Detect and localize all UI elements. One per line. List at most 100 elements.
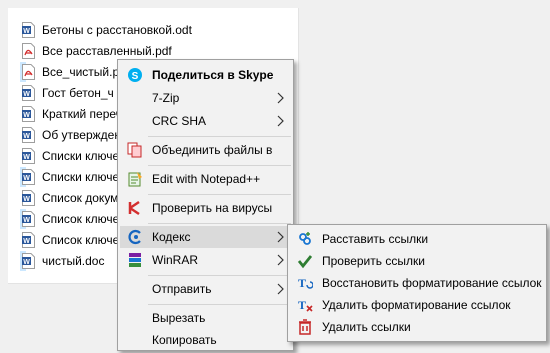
pdf-file-icon: [22, 64, 35, 80]
menu-item-merge-files[interactable]: Объединить файлы в: [120, 139, 291, 161]
context-menu: S Поделиться в Skype 7-Zip CRC SHA Объед…: [117, 59, 294, 351]
restore-format-icon: T: [297, 275, 314, 291]
menu-item-copy[interactable]: Копировать: [120, 329, 291, 351]
kodeks-submenu: Расставить ссылки Проверить ссылки T Вос…: [287, 224, 547, 342]
file-item[interactable]: W Список ключе: [20, 209, 119, 229]
menu-item-label: Копировать: [152, 333, 217, 347]
file-item[interactable]: W Об утвержден: [20, 125, 121, 145]
submenu-item-delete-formatting[interactable]: T Удалить форматирование ссылок: [290, 294, 544, 316]
pdf-file-icon: [22, 43, 35, 59]
submenu-item-label: Восстановить форматирование ссылок: [322, 276, 542, 290]
svg-text:W: W: [23, 112, 30, 119]
menu-separator: [148, 136, 291, 137]
submenu-item-label: Удалить форматирование ссылок: [322, 298, 511, 312]
file-item[interactable]: W Список докум: [20, 188, 118, 208]
menu-item-label: Поделиться в Skype: [152, 68, 274, 82]
menu-item-edit-notepad[interactable]: Edit with Notepad++: [120, 168, 291, 190]
menu-item-label: WinRAR: [152, 253, 199, 267]
svg-text:T: T: [298, 298, 306, 312]
file-item[interactable]: Все расставленный.pdf: [20, 41, 172, 61]
menu-item-7zip[interactable]: 7-Zip: [120, 87, 291, 109]
antivirus-icon: [127, 200, 143, 216]
menu-separator: [148, 223, 291, 224]
word-file-icon: W: [22, 127, 35, 143]
menu-item-label: Проверить на вирусы: [152, 201, 273, 215]
menu-item-label: Вырезать: [152, 311, 206, 325]
svg-text:W: W: [23, 238, 30, 245]
file-name: Список докум: [42, 191, 119, 205]
checkmark-icon: [297, 253, 313, 269]
word-file-icon: W: [22, 232, 35, 248]
menu-item-share-skype[interactable]: S Поделиться в Skype: [120, 64, 291, 86]
skype-icon: S: [127, 67, 143, 83]
submenu-item-label: Удалить ссылки: [322, 320, 411, 334]
file-name: Списки ключе: [42, 170, 120, 184]
menu-item-label: Объединить файлы в: [152, 143, 273, 157]
file-name: Об утвержден: [42, 128, 121, 142]
svg-text:S: S: [132, 71, 139, 82]
menu-item-cut[interactable]: Вырезать: [120, 307, 291, 329]
file-item[interactable]: W Бетоны с расстановкой.odt: [20, 20, 192, 40]
submenu-item-place-links[interactable]: Расставить ссылки: [290, 228, 544, 250]
svg-text:W: W: [23, 217, 30, 224]
file-name: Список ключе: [42, 233, 120, 247]
menu-item-winrar[interactable]: WinRAR: [120, 249, 291, 271]
kodeks-icon: [127, 229, 143, 245]
menu-item-label: CRC SHA: [152, 114, 207, 128]
notepad-plus-plus-icon: [127, 171, 143, 187]
file-name: Список ключе: [42, 212, 120, 226]
svg-text:W: W: [23, 91, 30, 98]
merge-files-icon: [127, 142, 143, 158]
word-file-icon: W: [22, 169, 35, 185]
word-file-icon: W: [22, 190, 35, 206]
word-file-icon: W: [22, 211, 35, 227]
svg-text:W: W: [23, 154, 30, 161]
menu-item-label: 7-Zip: [152, 91, 180, 105]
word-file-icon: W: [22, 106, 35, 122]
clear-format-icon: T: [297, 297, 313, 313]
file-name: Бетоны с расстановкой.odt: [42, 23, 192, 37]
file-name: Все расставленный.pdf: [42, 44, 172, 58]
svg-text:W: W: [23, 196, 30, 203]
file-item[interactable]: Все_чистый.pdf: [20, 62, 129, 82]
svg-text:W: W: [23, 28, 30, 35]
file-item[interactable]: W Списки ключе: [20, 167, 119, 187]
submenu-item-delete-links[interactable]: Удалить ссылки: [290, 316, 544, 338]
menu-item-kodeks[interactable]: Кодекс: [120, 226, 291, 248]
chevron-right-icon: [276, 282, 285, 296]
menu-item-check-virus[interactable]: Проверить на вирусы: [120, 197, 291, 219]
submenu-item-restore-formatting[interactable]: T Восстановить форматирование ссылок: [290, 272, 544, 294]
file-item[interactable]: W Гост бетон_ч: [20, 83, 114, 103]
link-add-icon: [297, 231, 313, 247]
file-item[interactable]: W Списки ключе: [20, 146, 119, 166]
menu-item-send-to[interactable]: Отправить: [120, 278, 291, 300]
svg-text:T: T: [298, 276, 306, 290]
file-item[interactable]: W Список ключе: [20, 230, 119, 250]
file-name: чистый.doc: [42, 254, 105, 268]
word-file-icon: W: [22, 253, 35, 269]
chevron-right-icon: [276, 253, 285, 267]
chevron-right-icon: [276, 230, 285, 244]
menu-separator: [148, 165, 291, 166]
file-item[interactable]: W Краткий переч: [20, 104, 122, 124]
submenu-item-check-links[interactable]: Проверить ссылки: [290, 250, 544, 272]
menu-item-label: Отправить: [152, 282, 212, 296]
svg-text:W: W: [23, 259, 30, 266]
file-name: Списки ключе: [42, 149, 120, 163]
svg-text:W: W: [23, 133, 30, 140]
menu-separator: [148, 304, 291, 305]
word-file-icon: W: [22, 148, 35, 164]
chevron-right-icon: [276, 114, 285, 128]
file-name: Гост бетон_ч: [42, 86, 114, 100]
word-file-icon: W: [22, 85, 35, 101]
file-item[interactable]: Wчистый.doc: [20, 251, 104, 271]
menu-item-label: Edit with Notepad++: [152, 172, 261, 186]
trash-icon: [297, 319, 313, 335]
file-name: Краткий переч: [42, 107, 122, 121]
menu-item-crc-sha[interactable]: CRC SHA: [120, 110, 291, 132]
menu-separator: [148, 275, 291, 276]
menu-separator: [148, 194, 291, 195]
document-file-icon: W: [22, 22, 35, 38]
winrar-icon: [127, 252, 143, 268]
submenu-item-label: Расставить ссылки: [322, 232, 429, 246]
